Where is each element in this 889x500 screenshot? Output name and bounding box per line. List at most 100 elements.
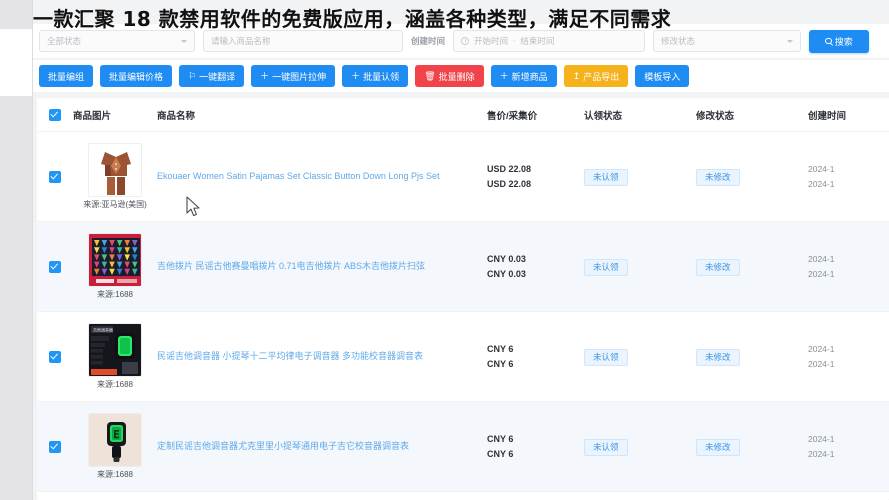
thumbnail-wrap: 来源:1688	[73, 413, 157, 480]
row-image-cell: 吉他调音器 来源:1688	[73, 323, 157, 390]
search-icon	[825, 37, 832, 45]
table-header-row: 商品图片 商品名称 售价/采集价 认领状态 修改状态 创建时间	[37, 98, 889, 132]
row-select-cell	[37, 350, 73, 363]
row-modify-cell: 未修改	[696, 347, 808, 366]
status-select[interactable]: 全部状态	[39, 30, 195, 52]
row-time-cell: 2024-1 2024-1	[808, 432, 888, 461]
action-button-8[interactable]: 模板导入	[635, 65, 690, 87]
action-button-2[interactable]: ⚐ 一键翻译	[179, 65, 245, 87]
row-modify-cell: 未修改	[696, 437, 808, 456]
table-row[interactable]: 吉他调音器 来源:1688 民谣吉他调音器 小提琴十二平均律电子调音器 多功能校…	[37, 312, 889, 402]
claim-status-badge[interactable]: 未认领	[584, 258, 628, 276]
row-time-cell: 2024-1 2024-1	[808, 342, 888, 371]
action-button-icon: ＋	[351, 70, 361, 81]
action-button-5[interactable]: 🗑 批量删除	[415, 65, 484, 87]
select-all-cell	[37, 108, 73, 121]
product-thumbnail[interactable]	[88, 233, 142, 287]
created-time-line2: 2024-1	[808, 178, 835, 189]
table-row[interactable]: 来源:1688 定制民谣吉他调音器尤克里里小提琴通用电子吉它校音器调音表 CNY…	[37, 402, 889, 492]
cost-price: CNY 0.03	[487, 268, 526, 279]
product-name-input[interactable]: 请输入商品名称	[203, 30, 403, 52]
row-time-cell: 2024-1 2024-1	[808, 162, 888, 191]
row-image-cell: 来源:亚马逊(美国)	[73, 143, 157, 210]
created-time-line1: 2024-1	[808, 434, 835, 445]
left-rail	[0, 0, 33, 500]
modify-status-badge[interactable]: 未修改	[696, 438, 740, 456]
claim-status-badge[interactable]: 未认领	[584, 438, 628, 456]
action-button-label: 一键图片拉伸	[272, 71, 327, 82]
created-time-line1: 2024-1	[808, 254, 835, 265]
row-checkbox[interactable]	[49, 350, 61, 363]
select-all-checkbox[interactable]	[49, 108, 61, 121]
product-name-link[interactable]: 定制民谣吉他调音器尤克里里小提琴通用电子吉它校音器调音表	[157, 440, 477, 454]
modify-status-select[interactable]: 修改状态	[653, 30, 802, 52]
svg-text:吉他调音器: 吉他调音器	[93, 327, 113, 333]
product-thumbnail[interactable]	[88, 413, 142, 467]
thumb-guitar-picks	[89, 234, 141, 286]
table-body: 来源:亚马逊(美国) Ekouaer Women Satin Pajamas S…	[37, 132, 889, 492]
chevron-down-icon	[787, 39, 794, 43]
date-separator: -	[513, 37, 516, 45]
product-name-link[interactable]: 吉他拨片 民谣古他赛曼唱拨片 0.71电吉他拨片 ABS木吉他拨片扫弦	[157, 260, 477, 274]
created-time-line1: 2024-1	[808, 164, 835, 175]
product-source: 来源:1688	[96, 380, 134, 389]
row-claim-cell: 未认领	[584, 167, 696, 186]
action-button-icon: 🗑	[424, 70, 436, 81]
page-canvas: 全部状态 请输入商品名称 创建时间 开始时间 - 结束时间 修改状态 搜索 批量…	[33, 0, 889, 500]
action-button-3[interactable]: ＋一键图片拉伸	[251, 65, 336, 87]
modify-status-badge[interactable]: 未修改	[696, 258, 740, 276]
date-end-placeholder: 结束时间	[520, 36, 555, 46]
clock-icon	[461, 37, 470, 45]
action-toolbar: 批量编组 批量编辑价格 ⚐ 一键翻译＋一键图片拉伸＋批量认领 🗑 批量删除＋新增商品 ↥ 产品…	[33, 60, 889, 92]
row-checkbox[interactable]	[49, 170, 61, 183]
date-range-picker[interactable]: 开始时间 - 结束时间	[453, 30, 646, 52]
date-start-placeholder: 开始时间	[474, 36, 509, 46]
action-button-icon: ↥	[572, 70, 581, 81]
product-table: 商品图片 商品名称 售价/采集价 认领状态 修改状态 创建时间 来源:亚马逊(美…	[37, 98, 889, 500]
action-button-4[interactable]: ＋批量认领	[342, 65, 409, 87]
row-select-cell	[37, 170, 73, 183]
search-button[interactable]: 搜索	[809, 29, 870, 53]
cost-price: CNY 6	[487, 358, 514, 369]
row-price-cell: CNY 0.03 CNY 0.03	[487, 252, 584, 282]
action-button-0[interactable]: 批量编组	[39, 65, 94, 87]
row-checkbox[interactable]	[49, 440, 61, 453]
product-source: 来源:1688	[96, 290, 134, 299]
row-select-cell	[37, 440, 73, 453]
row-modify-cell: 未修改	[696, 257, 808, 276]
row-name-cell: 吉他拨片 民谣古他赛曼唱拨片 0.71电吉他拨片 ABS木吉他拨片扫弦	[157, 260, 487, 274]
row-claim-cell: 未认领	[584, 257, 696, 276]
action-button-label: 产品导出	[583, 71, 620, 82]
action-button-label: 批量认领	[363, 71, 400, 82]
action-button-label: 批量编组	[48, 71, 85, 82]
thumb-clip-tuner	[89, 414, 141, 466]
product-thumbnail[interactable]	[88, 143, 142, 197]
table-row[interactable]: 来源:1688 吉他拨片 民谣古他赛曼唱拨片 0.71电吉他拨片 ABS木吉他拨…	[37, 222, 889, 312]
row-claim-cell: 未认领	[584, 437, 696, 456]
product-source: 来源:亚马逊(美国)	[83, 200, 147, 209]
product-name-link[interactable]: 民谣吉他调音器 小提琴十二平均律电子调音器 多功能校音器调音表	[157, 350, 477, 364]
cost-price: CNY 6	[487, 448, 514, 459]
action-button-7[interactable]: ↥ 产品导出	[563, 65, 629, 87]
action-button-1[interactable]: 批量编辑价格	[100, 65, 173, 87]
action-button-label: 批量删除	[438, 71, 475, 82]
claim-status-badge[interactable]: 未认领	[584, 168, 628, 186]
product-thumbnail[interactable]: 吉他调音器	[88, 323, 142, 377]
action-button-6[interactable]: ＋新增商品	[490, 65, 557, 87]
product-name-link[interactable]: Ekouaer Women Satin Pajamas Set Classic …	[157, 170, 477, 184]
row-name-cell: Ekouaer Women Satin Pajamas Set Classic …	[157, 170, 487, 184]
action-button-label: 一键翻译	[199, 71, 236, 82]
cost-price: USD 22.08	[487, 178, 532, 189]
row-claim-cell: 未认领	[584, 347, 696, 366]
header-created-time: 创建时间	[808, 110, 847, 122]
row-checkbox[interactable]	[49, 260, 61, 273]
header-modify-status: 修改状态	[696, 110, 735, 122]
action-button-icon: ⚐	[188, 70, 197, 81]
modify-status-badge[interactable]: 未修改	[696, 348, 740, 366]
row-price-cell: CNY 6 CNY 6	[487, 342, 584, 372]
sale-price: CNY 6	[487, 343, 514, 354]
created-time-line2: 2024-1	[808, 358, 835, 369]
table-row[interactable]: 来源:亚马逊(美国) Ekouaer Women Satin Pajamas S…	[37, 132, 889, 222]
modify-status-badge[interactable]: 未修改	[696, 168, 740, 186]
claim-status-badge[interactable]: 未认领	[584, 348, 628, 366]
